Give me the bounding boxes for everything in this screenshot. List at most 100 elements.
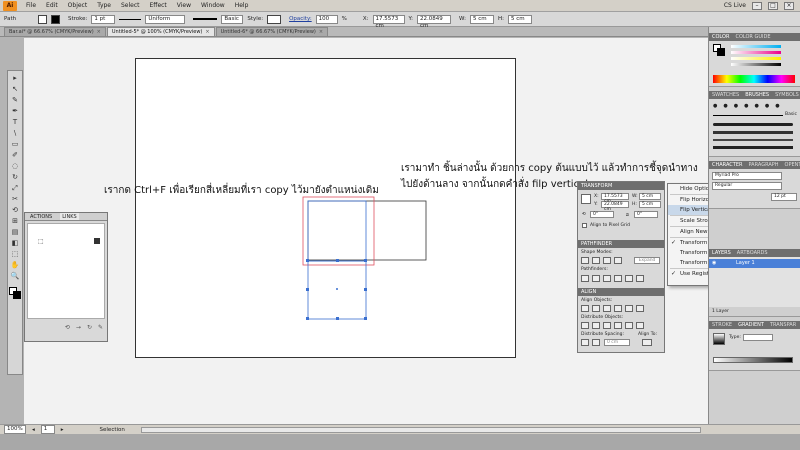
selection-tool-icon[interactable]: ▸ bbox=[10, 74, 21, 83]
tab-symbols[interactable]: SYMBOLS bbox=[775, 91, 799, 99]
align-bottom-icon[interactable] bbox=[636, 305, 644, 312]
scissors-tool-icon[interactable]: ✂ bbox=[10, 195, 21, 204]
brush-dot-icon[interactable]: ● bbox=[734, 103, 738, 109]
transform-w-field[interactable]: 5 cm bbox=[639, 193, 661, 200]
font-family-dropdown[interactable]: Myriad Pro bbox=[712, 172, 782, 180]
link-item-icon[interactable]: ⬚ bbox=[38, 238, 44, 245]
pen-tool-icon[interactable]: ✒ bbox=[10, 107, 21, 116]
gradient-preview-swatch[interactable] bbox=[713, 333, 725, 345]
zoom-field[interactable]: 100% bbox=[4, 425, 26, 434]
minus-front-icon[interactable] bbox=[592, 257, 600, 264]
scale-tool-icon[interactable]: ⤢ bbox=[10, 184, 21, 193]
tab-character[interactable]: CHARACTER bbox=[712, 161, 742, 169]
color-stroke-swatch[interactable] bbox=[717, 48, 725, 56]
transform-x-field[interactable]: 17.5573 cm bbox=[601, 193, 629, 204]
brush-dot-icon[interactable]: ● bbox=[713, 103, 717, 109]
zoom-tool-icon[interactable]: 🔍 bbox=[10, 272, 21, 281]
update-link-icon[interactable]: ↻ bbox=[87, 324, 92, 331]
goto-link-icon[interactable]: → bbox=[76, 324, 81, 331]
align-top-icon[interactable] bbox=[614, 305, 622, 312]
direct-selection-tool-icon[interactable]: ↖ bbox=[10, 85, 21, 94]
layer-row[interactable]: ◉ Layer 1 bbox=[709, 259, 800, 268]
intersect-icon[interactable] bbox=[603, 257, 611, 264]
divide-icon[interactable] bbox=[581, 275, 589, 282]
gradient-slider[interactable] bbox=[713, 357, 793, 363]
distribute-right-icon[interactable] bbox=[636, 322, 644, 329]
artboard-tool-icon[interactable]: ⬚ bbox=[10, 250, 21, 259]
transform-y-field[interactable]: 22.0849 cm bbox=[601, 201, 629, 212]
pathfinder-title[interactable]: PATHFINDER bbox=[581, 240, 612, 248]
relink-icon[interactable]: ⟲ bbox=[65, 324, 70, 331]
outline-icon[interactable] bbox=[625, 275, 633, 282]
brush-dot-icon[interactable]: ● bbox=[775, 103, 779, 109]
type-tool-icon[interactable]: T bbox=[10, 118, 21, 127]
crop-icon[interactable] bbox=[614, 275, 622, 282]
brush-stroke-4[interactable] bbox=[713, 139, 793, 141]
tab-artboards[interactable]: ARTBOARDS bbox=[737, 249, 768, 257]
brush-tool-icon[interactable]: ✐ bbox=[10, 151, 21, 160]
merge-icon[interactable] bbox=[603, 275, 611, 282]
tab-color[interactable]: COLOR bbox=[712, 33, 729, 41]
rectangle-tool-icon[interactable]: ▭ bbox=[10, 140, 21, 149]
reference-point-icon[interactable] bbox=[581, 194, 591, 204]
line-tool-icon[interactable]: \ bbox=[10, 129, 21, 138]
tab-layers[interactable]: LAYERS bbox=[712, 249, 731, 257]
align-title[interactable]: ALIGN bbox=[581, 288, 596, 296]
warp-tool-icon[interactable]: ⟲ bbox=[10, 206, 21, 215]
brush-stroke-2[interactable] bbox=[713, 123, 793, 126]
visibility-eye-icon[interactable]: ◉ bbox=[712, 260, 716, 266]
brush-stroke-3[interactable] bbox=[713, 131, 793, 134]
tab-links[interactable]: LINKS bbox=[60, 213, 79, 220]
tab-opentype[interactable]: OPENTYPE bbox=[785, 161, 800, 169]
space-horizontal-icon[interactable] bbox=[592, 339, 600, 346]
prev-artboard-icon[interactable]: ◂ bbox=[32, 427, 35, 433]
align-left-icon[interactable] bbox=[581, 305, 589, 312]
tab-gradient[interactable]: GRADIENT bbox=[738, 321, 764, 329]
gradient-tool-icon[interactable]: ◧ bbox=[10, 239, 21, 248]
magenta-slider[interactable] bbox=[731, 51, 781, 54]
transform-title[interactable]: TRANSFORM bbox=[581, 182, 612, 190]
brush-stroke-5[interactable] bbox=[713, 146, 793, 149]
tab-transparency[interactable]: TRANSPAR bbox=[770, 321, 796, 329]
tab-paragraph[interactable]: PARAGRAPH bbox=[748, 161, 778, 169]
brush-dot-icon[interactable]: ● bbox=[755, 103, 759, 109]
align-vcenter-icon[interactable] bbox=[625, 305, 633, 312]
transform-h-field[interactable]: 5 cm bbox=[639, 201, 661, 208]
tab-actions[interactable]: ACTIONS bbox=[28, 213, 54, 220]
font-style-dropdown[interactable]: Regular bbox=[712, 182, 782, 190]
tab-brushes[interactable]: BRUSHES bbox=[745, 91, 769, 99]
tab-swatches[interactable]: SWATCHES bbox=[712, 91, 739, 99]
tab-stroke[interactable]: STROKE bbox=[712, 321, 732, 329]
rotate-angle-field[interactable]: 0° bbox=[590, 211, 614, 218]
align-pixel-grid-checkbox[interactable] bbox=[582, 223, 587, 228]
fill-stroke-icon[interactable] bbox=[9, 287, 21, 299]
shear-angle-field[interactable]: 0° bbox=[634, 211, 658, 218]
align-hcenter-icon[interactable] bbox=[592, 305, 600, 312]
yellow-slider[interactable] bbox=[731, 57, 781, 60]
graph-tool-icon[interactable]: ▤ bbox=[10, 228, 21, 237]
distribute-hcenter-icon[interactable] bbox=[625, 322, 633, 329]
exclude-icon[interactable] bbox=[614, 257, 622, 264]
blob-tool-icon[interactable]: ◌ bbox=[10, 162, 21, 171]
distribute-top-icon[interactable] bbox=[581, 322, 589, 329]
spacing-value-field[interactable]: 0 cm bbox=[604, 339, 630, 346]
brush-dot-icon[interactable]: ● bbox=[744, 103, 748, 109]
expand-button[interactable]: Expand bbox=[634, 257, 660, 264]
trim-icon[interactable] bbox=[592, 275, 600, 282]
space-vertical-icon[interactable] bbox=[581, 339, 589, 346]
horizontal-scrollbar[interactable] bbox=[140, 426, 701, 433]
unite-icon[interactable] bbox=[581, 257, 589, 264]
edit-original-icon[interactable]: ✎ bbox=[98, 324, 103, 331]
rotate-tool-icon[interactable]: ↻ bbox=[10, 173, 21, 182]
artboard-number-field[interactable]: 1 bbox=[40, 425, 55, 434]
distribute-left-icon[interactable] bbox=[614, 322, 622, 329]
cyan-slider[interactable] bbox=[731, 45, 781, 48]
pencil-tool-icon[interactable]: ✎ bbox=[10, 96, 21, 105]
basic-brush-stroke[interactable] bbox=[713, 115, 783, 116]
minus-back-icon[interactable] bbox=[636, 275, 644, 282]
font-size-field[interactable]: 12 pt bbox=[771, 193, 797, 201]
distribute-vcenter-icon[interactable] bbox=[592, 322, 600, 329]
tab-color-guide[interactable]: COLOR GUIDE bbox=[735, 33, 770, 41]
align-to-dropdown[interactable] bbox=[642, 339, 652, 346]
align-right-icon[interactable] bbox=[603, 305, 611, 312]
